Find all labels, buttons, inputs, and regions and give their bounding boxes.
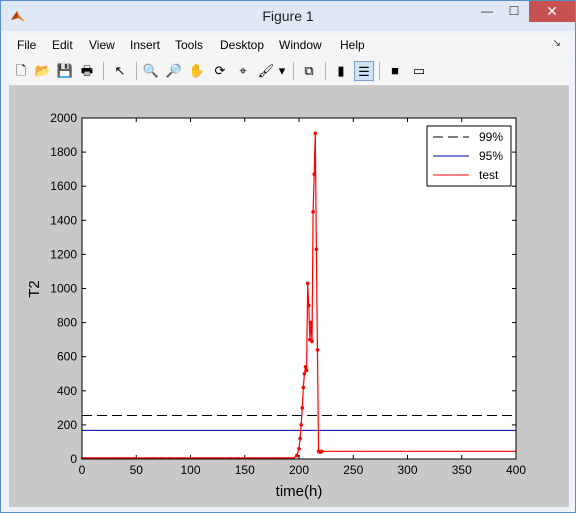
legend-label: 95%: [479, 149, 503, 163]
y-tick-label: 200: [57, 418, 77, 432]
toolbar-separator: [103, 62, 104, 80]
link-plot-icon[interactable]: ⧉: [299, 61, 319, 81]
y-tick-label: 800: [57, 316, 77, 330]
brush-icon[interactable]: 🖌: [256, 61, 276, 81]
figure-canvas: 0 50 100 150 200 250 300 350 400 0 200 400 600 800 100…: [9, 86, 569, 507]
menu-tools[interactable]: Tools: [175, 38, 203, 52]
print-icon[interactable]: 🖶: [77, 61, 97, 81]
x-tick-label: 400: [506, 463, 526, 477]
y-tick-label: 1200: [50, 247, 77, 261]
x-tick-label: 50: [130, 463, 144, 477]
toolbar-separator: [136, 62, 137, 80]
close-button[interactable]: ✕: [529, 1, 575, 22]
data-point: [297, 446, 301, 451]
x-tick-label: 250: [343, 463, 363, 477]
data-point: [295, 453, 299, 458]
data-point: [302, 371, 307, 376]
x-tick-label: 200: [289, 463, 309, 477]
data-point: [306, 303, 311, 308]
legend-label: 99%: [479, 130, 503, 144]
toolbar-separator: [379, 62, 380, 80]
toolbar-separator: [325, 62, 326, 80]
data-point: [305, 281, 310, 286]
menu-view[interactable]: View: [89, 38, 115, 52]
minimize-button[interactable]: —: [473, 2, 501, 22]
y-axis-label: T2: [26, 280, 43, 298]
brush-dropdown-icon[interactable]: ▾: [276, 61, 288, 81]
y-tick-label: 1400: [50, 213, 77, 227]
x-tick-label: 150: [235, 463, 255, 477]
legend-icon[interactable]: ☰: [354, 61, 374, 81]
save-icon[interactable]: 💾: [55, 61, 75, 81]
menu-file[interactable]: File: [17, 38, 36, 52]
title-bar[interactable]: Figure 1 — ☐ ✕: [1, 1, 575, 31]
maximize-button[interactable]: ☐: [500, 2, 528, 22]
data-point: [304, 368, 309, 373]
data-point: [303, 365, 308, 369]
zoom-out-icon[interactable]: 🔎: [164, 61, 184, 81]
y-tick-label: 1800: [50, 145, 77, 159]
data-point: [319, 449, 324, 454]
y-tick-label: 400: [57, 384, 77, 398]
data-cursor-icon[interactable]: ⌖: [233, 61, 253, 81]
plot-svg[interactable]: 0 50 100 150 200 250 300 350 400 0 200 400 600 800 100…: [9, 86, 569, 507]
new-figure-icon[interactable]: 🗋: [11, 61, 31, 81]
data-point: [300, 406, 305, 410]
pan-icon[interactable]: ✋: [187, 61, 207, 81]
legend[interactable]: 99% 95% test: [426, 125, 512, 187]
menu-window[interactable]: Window: [279, 38, 322, 52]
menu-edit[interactable]: Edit: [52, 38, 73, 52]
rotate-3d-icon[interactable]: ⟳: [210, 61, 230, 81]
y-tick-label: 600: [57, 350, 77, 364]
x-tick-label: 100: [180, 463, 200, 477]
show-plot-tools-icon[interactable]: ▭: [409, 61, 429, 81]
data-point: [309, 320, 313, 325]
data-point: [298, 436, 302, 441]
zoom-in-icon[interactable]: 🔍: [141, 61, 161, 81]
hide-plot-tools-icon[interactable]: ■: [385, 61, 405, 81]
dock-icon[interactable]: ↘: [553, 38, 561, 49]
figure-toolbar: 🗋 📂 💾 🖶 ↖ 🔍 🔎 ✋ ⟳ ⌖ 🖌 ▾ ⧉ ▮ ☰ ■ ▭: [9, 57, 569, 86]
y-tick-label: 1000: [50, 282, 77, 296]
figure-window: Figure 1 — ☐ ✕ File Edit View Insert Too…: [0, 0, 576, 513]
open-file-icon[interactable]: 📂: [33, 61, 53, 81]
colorbar-icon[interactable]: ▮: [331, 61, 351, 81]
data-point: [310, 339, 314, 344]
data-point: [313, 131, 318, 136]
menu-desktop[interactable]: Desktop: [220, 38, 264, 52]
data-point: [314, 247, 319, 252]
pointer-icon[interactable]: ↖: [110, 61, 130, 81]
menu-insert[interactable]: Insert: [130, 38, 160, 52]
x-axis-label: time(h): [276, 483, 323, 500]
data-point: [299, 423, 303, 427]
toolbar-separator: [293, 62, 294, 80]
menu-bar: File Edit View Insert Tools Desktop Wind…: [9, 34, 569, 56]
data-point: [311, 209, 315, 214]
data-point: [301, 385, 306, 390]
data-point: [315, 348, 320, 352]
x-tick-label: 0: [79, 463, 86, 477]
y-tick-label: 2000: [50, 111, 77, 125]
legend-label: test: [479, 168, 499, 182]
data-point: [312, 172, 316, 177]
y-tick-label: 0: [70, 452, 77, 466]
x-tick-label: 350: [452, 463, 472, 477]
menu-help[interactable]: Help: [340, 38, 365, 52]
y-tick-label: 1600: [50, 179, 77, 193]
x-tick-label: 300: [397, 463, 417, 477]
